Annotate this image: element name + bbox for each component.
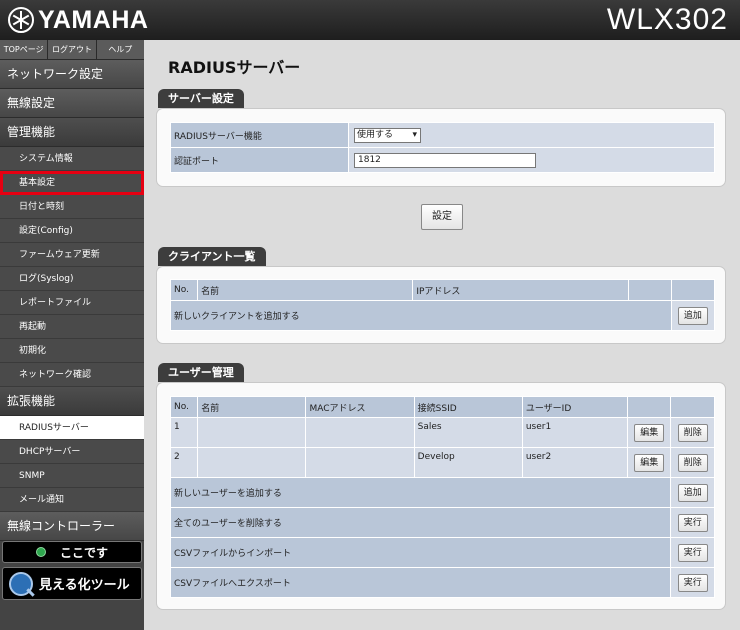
sidebar-item-config[interactable]: 設定(Config): [0, 219, 144, 243]
sidebar-item-radius[interactable]: RADIUSサーバー: [0, 416, 144, 440]
visualization-tool-label: 見える化ツール: [39, 578, 130, 593]
add-client-text: 新しいクライアントを追加する: [171, 301, 671, 330]
auth-port-input[interactable]: 1812: [354, 152, 536, 168]
user-col-name: 名前: [198, 397, 306, 417]
sidebar-item-initialize[interactable]: 初期化: [0, 339, 144, 363]
client-list-label: クライアント一覧: [158, 247, 266, 266]
sidebar-item-date-time[interactable]: 日付と時刻: [0, 195, 144, 219]
server-settings-table: RADIUSサーバー機能 使用する 認証ポート 1812: [170, 122, 715, 173]
user-col-ssid: 接続SSID: [414, 397, 522, 417]
nav-section-wireless[interactable]: 無線設定: [0, 89, 144, 118]
yamaha-logo: YAMAHA: [8, 5, 148, 35]
delete-user-button[interactable]: 削除: [677, 453, 708, 472]
sidebar-item-mail[interactable]: メール通知: [0, 488, 144, 512]
magnifier-icon: [9, 571, 33, 596]
server-settings-panel: RADIUSサーバー機能 使用する 認証ポート 1812: [156, 108, 726, 187]
csv-export-button[interactable]: 実行: [677, 573, 708, 592]
top-nav: TOPページ ログアウト ヘルプ: [0, 40, 144, 60]
sidebar-item-network-check[interactable]: ネットワーク確認: [0, 363, 144, 387]
sidebar-item-dhcp[interactable]: DHCPサーバー: [0, 440, 144, 464]
visualization-tool-button[interactable]: 見える化ツール: [2, 567, 142, 600]
auth-port-label: 認証ポート: [171, 148, 348, 172]
status-dot-icon: [35, 547, 46, 557]
user-table: No. 名前 MACアドレス 接続SSID ユーザーID 1 Sales use…: [170, 396, 715, 598]
csv-export-text: CSVファイルへエクスポート: [171, 568, 671, 597]
add-user-button[interactable]: 追加: [677, 483, 708, 502]
add-client-button[interactable]: 追加: [677, 306, 708, 325]
sidebar-item-basic-settings[interactable]: 基本設定: [0, 171, 144, 195]
model-name: WLX302: [606, 3, 728, 36]
sidebar: TOPページ ログアウト ヘルプ ネットワーク設定 無線設定 管理機能 システム…: [0, 40, 144, 630]
delete-all-users-button[interactable]: 実行: [677, 513, 708, 532]
sidebar-item-system-info[interactable]: システム情報: [0, 147, 144, 171]
user-management-label: ユーザー管理: [158, 363, 244, 382]
here-button-label: ここです: [59, 545, 108, 560]
add-user-text: 新しいユーザーを追加する: [171, 478, 671, 507]
delete-all-users-text: 全てのユーザーを削除する: [171, 508, 671, 537]
tuning-fork-icon: [8, 7, 34, 33]
top-page-link[interactable]: TOPページ: [0, 40, 49, 59]
server-settings-label: サーバー設定: [158, 89, 244, 108]
client-table: No. 名前 IPアドレス 新しいクライアントを追加する 追加: [170, 279, 715, 331]
sidebar-item-reboot[interactable]: 再起動: [0, 315, 144, 339]
client-list-panel: No. 名前 IPアドレス 新しいクライアントを追加する 追加: [156, 266, 726, 344]
sidebar-item-report[interactable]: レポートファイル: [0, 291, 144, 315]
radius-function-label: RADIUSサーバー機能: [171, 123, 348, 147]
nav-section-extensions[interactable]: 拡張機能: [0, 387, 144, 416]
sidebar-item-firmware[interactable]: ファームウェア更新: [0, 243, 144, 267]
help-link[interactable]: ヘルプ: [97, 40, 144, 59]
logout-link[interactable]: ログアウト: [48, 40, 97, 59]
main-content: RADIUSサーバー サーバー設定 RADIUSサーバー機能 使用する 認証ポー…: [144, 40, 740, 630]
set-button[interactable]: 設定: [421, 204, 463, 230]
app-header: YAMAHA WLX302: [0, 0, 740, 40]
nav-section-network[interactable]: ネットワーク設定: [0, 60, 144, 89]
user-col-uid: ユーザーID: [522, 397, 627, 417]
edit-user-button[interactable]: 編集: [634, 423, 665, 442]
client-col-ip: IPアドレス: [413, 280, 628, 300]
edit-user-button[interactable]: 編集: [634, 453, 665, 472]
delete-user-button[interactable]: 削除: [677, 423, 708, 442]
client-col-no: No.: [171, 280, 198, 300]
sidebar-item-snmp[interactable]: SNMP: [0, 464, 144, 488]
table-row: 1 Sales user1 編集 削除: [171, 418, 714, 447]
nav-section-admin[interactable]: 管理機能: [0, 118, 144, 147]
user-col-mac: MACアドレス: [306, 397, 414, 417]
nav-section-controller[interactable]: 無線コントローラー: [0, 512, 144, 541]
here-button[interactable]: ここです: [2, 541, 142, 563]
user-col-no: No.: [171, 397, 198, 417]
table-row: 2 Develop user2 編集 削除: [171, 448, 714, 477]
brand-name: YAMAHA: [38, 5, 149, 34]
page-title: RADIUSサーバー: [168, 58, 301, 77]
radius-function-select[interactable]: 使用する: [354, 127, 421, 143]
user-management-panel: No. 名前 MACアドレス 接続SSID ユーザーID 1 Sales use…: [156, 382, 726, 610]
sidebar-item-syslog[interactable]: ログ(Syslog): [0, 267, 144, 291]
csv-import-text: CSVファイルからインポート: [171, 538, 671, 567]
csv-import-button[interactable]: 実行: [677, 543, 708, 562]
client-col-name: 名前: [198, 280, 413, 300]
